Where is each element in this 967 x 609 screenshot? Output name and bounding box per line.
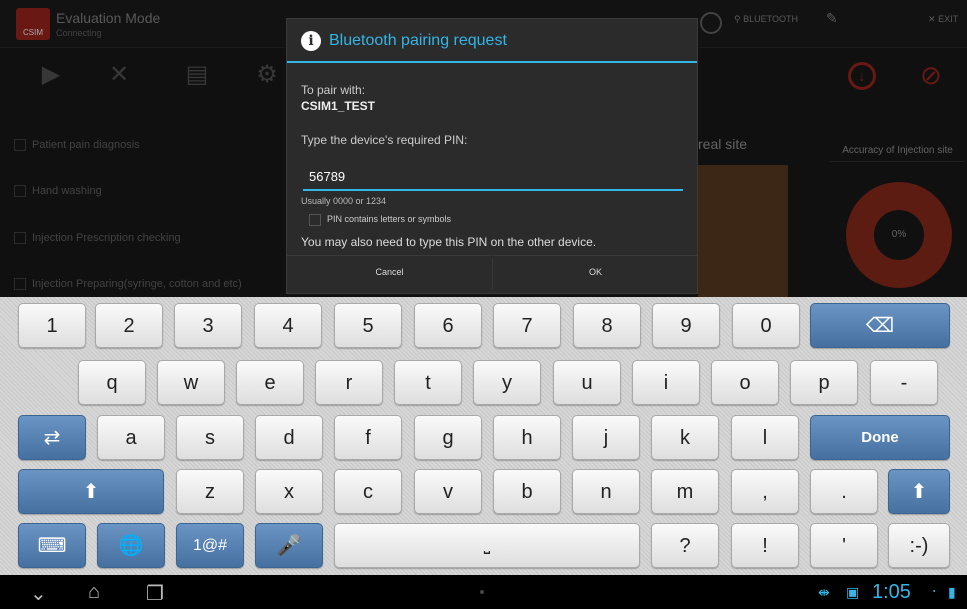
keyboard-settings-key[interactable]: ⌨ [18, 523, 86, 568]
key-r[interactable]: r [315, 360, 383, 405]
pin-letters-checkbox[interactable] [309, 214, 321, 226]
key-z[interactable]: z [176, 469, 244, 514]
other-device-note: You may also need to type this PIN on th… [301, 235, 597, 249]
key-p[interactable]: p [790, 360, 858, 405]
key-m[interactable]: m [651, 469, 719, 514]
key-s[interactable]: s [176, 415, 244, 460]
shift-icon: ⬆ [910, 481, 928, 503]
key-hyphen[interactable]: - [870, 360, 938, 405]
screenshot-icon: ▣ [846, 584, 860, 600]
bluetooth-icon: ᛫ [930, 584, 939, 600]
pin-prompt: Type the device's required PIN: [301, 133, 468, 147]
dialog-title: Bluetooth pairing request [329, 32, 507, 49]
key-y[interactable]: y [473, 360, 541, 405]
shift-key-right[interactable]: ⬆ [888, 469, 950, 514]
key-k[interactable]: k [651, 415, 719, 460]
home-icon[interactable]: ⌂ [88, 581, 100, 604]
key-f[interactable]: f [334, 415, 402, 460]
pin-input[interactable]: 56789 [303, 169, 683, 191]
key-c[interactable]: c [334, 469, 402, 514]
key-question[interactable]: ? [651, 523, 719, 568]
tab-key[interactable]: ⇄ [18, 415, 86, 460]
info-icon: i [301, 31, 321, 51]
key-d[interactable]: d [255, 415, 323, 460]
key-8[interactable]: 8 [573, 303, 641, 348]
key-t[interactable]: t [394, 360, 462, 405]
key-exclamation[interactable]: ! [731, 523, 799, 568]
key-w[interactable]: w [157, 360, 225, 405]
shift-key-left[interactable]: ⬆ [18, 469, 164, 514]
key-i[interactable]: i [632, 360, 700, 405]
key-j[interactable]: j [572, 415, 640, 460]
microphone-icon: 🎤 [276, 535, 302, 557]
pin-hint: Usually 0000 or 1234 [301, 196, 387, 206]
voice-input-key[interactable]: 🎤 [255, 523, 323, 568]
key-q[interactable]: q [78, 360, 146, 405]
space-key[interactable]: ⎵ [334, 523, 640, 568]
shift-icon: ⬆ [82, 481, 100, 503]
system-nav-bar: ⌄ ⌂ ❐ ⇼ ▣ 1:05 ᛫ ▮ [0, 575, 967, 609]
globe-icon: 🌐 [118, 535, 144, 557]
key-o[interactable]: o [711, 360, 779, 405]
device-name: CSIM1_TEST [301, 99, 376, 113]
key-h[interactable]: h [493, 415, 561, 460]
menu-dot [480, 590, 484, 594]
language-key[interactable]: 🌐 [97, 523, 165, 568]
key-3[interactable]: 3 [174, 303, 242, 348]
bluetooth-pairing-dialog: i Bluetooth pairing request To pair with… [286, 18, 698, 294]
ok-button[interactable]: OK [493, 255, 698, 293]
key-7[interactable]: 7 [493, 303, 561, 348]
dialog-header: i Bluetooth pairing request [287, 19, 697, 63]
screen: CSIM Evaluation Mode Connecting ⚲ BLUETO… [0, 0, 967, 609]
key-n[interactable]: n [572, 469, 640, 514]
key-smiley[interactable]: :-) [888, 523, 950, 568]
key-4[interactable]: 4 [254, 303, 322, 348]
on-screen-keyboard: 1 2 3 4 5 6 7 8 9 0 ⌫ q w e r t y u i o … [0, 297, 967, 575]
done-key[interactable]: Done [810, 415, 950, 460]
key-0[interactable]: 0 [732, 303, 800, 348]
key-l[interactable]: l [731, 415, 799, 460]
key-9[interactable]: 9 [652, 303, 720, 348]
hide-keyboard-icon[interactable]: ⌄ [30, 581, 47, 606]
key-5[interactable]: 5 [334, 303, 402, 348]
backspace-icon: ⌫ [865, 315, 895, 337]
key-6[interactable]: 6 [414, 303, 482, 348]
cancel-button[interactable]: Cancel [287, 255, 492, 293]
usb-icon: ⇼ [818, 584, 830, 600]
keyboard-icon: ⌨ [37, 535, 67, 557]
key-u[interactable]: u [553, 360, 621, 405]
key-2[interactable]: 2 [95, 303, 163, 348]
key-x[interactable]: x [255, 469, 323, 514]
key-g[interactable]: g [414, 415, 482, 460]
key-period[interactable]: . [810, 469, 878, 514]
symbols-key[interactable]: 1@# [176, 523, 244, 568]
key-b[interactable]: b [493, 469, 561, 514]
key-v[interactable]: v [414, 469, 482, 514]
battery-icon: ▮ [948, 584, 956, 600]
key-1[interactable]: 1 [18, 303, 86, 348]
clock: 1:05 [872, 581, 911, 603]
key-e[interactable]: e [236, 360, 304, 405]
pin-letters-label: PIN contains letters or symbols [327, 214, 452, 224]
key-comma[interactable]: , [731, 469, 799, 514]
key-apostrophe[interactable]: ' [810, 523, 878, 568]
space-bar-icon: ⎵ [483, 537, 491, 554]
backspace-key[interactable]: ⌫ [810, 303, 950, 348]
tab-arrows-icon: ⇄ [43, 427, 61, 449]
pair-with-label: To pair with: [301, 83, 366, 97]
key-a[interactable]: a [97, 415, 165, 460]
recent-apps-icon[interactable]: ❐ [146, 581, 164, 606]
